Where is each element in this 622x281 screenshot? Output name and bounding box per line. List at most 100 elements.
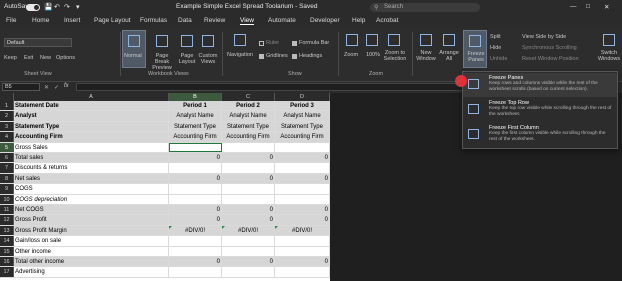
cell-D1[interactable]: Period 3 <box>275 101 330 111</box>
cell-D4[interactable]: Accounting Firm <box>275 132 330 142</box>
cell-A15[interactable]: Other income <box>14 246 169 256</box>
tab-view[interactable]: View <box>240 17 254 25</box>
row-header[interactable]: 7 <box>0 163 14 173</box>
cancel-icon[interactable]: ✕ <box>44 84 49 91</box>
undo-icon[interactable]: ↶ <box>54 3 60 11</box>
cell-B2[interactable]: Analyst Name <box>169 111 222 121</box>
cell-C6[interactable]: 0 <box>222 153 275 163</box>
view-side-by-side-button[interactable]: View Side by Side <box>522 34 566 40</box>
row-header[interactable]: 16 <box>0 257 14 267</box>
column-header-b[interactable]: B <box>169 93 222 101</box>
cell-A12[interactable]: Gross Profit <box>14 215 169 225</box>
cell-A13[interactable]: Gross Profit Margin <box>14 225 169 236</box>
new-view-button[interactable]: New <box>40 55 51 61</box>
enter-icon[interactable]: ✓ <box>54 84 59 91</box>
zoom-to-selection-button[interactable]: Zoom to Selection <box>381 50 409 62</box>
cell-B13[interactable]: #DIV/0! <box>169 225 222 236</box>
cell-B6[interactable]: 0 <box>169 153 222 163</box>
cell-D11[interactable]: 0 <box>275 205 330 215</box>
headings-checkbox[interactable] <box>292 54 297 59</box>
cell-B4[interactable]: Accounting Firm <box>169 132 222 142</box>
tab-review[interactable]: Review <box>204 17 225 24</box>
cell-C11[interactable]: 0 <box>222 205 275 215</box>
synchronous-scrolling-button[interactable]: Synchronous Scrolling <box>522 45 577 51</box>
cell-D3[interactable]: Statement Type <box>275 121 330 132</box>
custom-views-button[interactable]: Custom Views <box>197 30 217 68</box>
cell-D9[interactable] <box>275 184 330 194</box>
cell-C10[interactable] <box>222 194 275 204</box>
cell-D6[interactable]: 0 <box>275 153 330 163</box>
worksheet-grid[interactable]: 1 Statement Date Period 1 Period 2 Period 32… <box>0 101 330 281</box>
tab-home[interactable]: Home <box>32 17 49 24</box>
cell-A7[interactable]: Discounts & returns <box>14 163 169 173</box>
cell-C16[interactable]: 0 <box>222 257 275 267</box>
cell-A5[interactable]: Gross Sales <box>14 142 169 152</box>
cell-C1[interactable]: Period 2 <box>222 101 275 111</box>
save-icon[interactable]: 💾 <box>44 3 53 11</box>
cell-B12[interactable]: 0 <box>169 215 222 225</box>
select-all-corner[interactable] <box>0 93 14 101</box>
cell-C4[interactable]: Accounting Firm <box>222 132 275 142</box>
cell-B16[interactable]: 0 <box>169 257 222 267</box>
cell-D8[interactable]: 0 <box>275 173 330 184</box>
column-header-d[interactable]: D <box>275 93 330 101</box>
cell-B1[interactable]: Period 1 <box>169 101 222 111</box>
tab-insert[interactable]: Insert <box>64 17 80 24</box>
cell-A17[interactable]: Advertising <box>14 267 169 277</box>
sheet-view-dropdown[interactable]: Default <box>4 38 72 47</box>
row-header[interactable]: 2 <box>0 111 14 121</box>
cell-C17[interactable] <box>222 267 275 277</box>
cell-B10[interactable] <box>169 194 222 204</box>
row-header[interactable]: 17 <box>0 267 14 277</box>
cell-D5[interactable] <box>275 142 330 152</box>
cell-B15[interactable] <box>169 246 222 256</box>
cell-A11[interactable]: Net COGS <box>14 205 169 215</box>
split-button[interactable]: Split <box>490 34 501 40</box>
cell-D7[interactable] <box>275 163 330 173</box>
close-icon[interactable]: ✕ <box>604 3 609 11</box>
cell-A9[interactable]: COGS <box>14 184 169 194</box>
normal-view-button[interactable]: Normal <box>122 30 146 68</box>
cell-B17[interactable] <box>169 267 222 277</box>
freeze-panes-button[interactable]: Freeze Panes <box>463 30 487 68</box>
cell-A2[interactable]: Analyst <box>14 111 169 121</box>
fx-icon[interactable]: fx <box>64 83 69 89</box>
gridlines-checkbox[interactable] <box>259 54 264 59</box>
cell-B3[interactable]: Statement Type <box>169 121 222 132</box>
tab-data[interactable]: Data <box>178 17 192 24</box>
cell-A10[interactable]: COGS depreciation <box>14 194 169 204</box>
redo-icon[interactable]: ↷ <box>64 3 70 11</box>
cell-D13[interactable]: #DIV/0! <box>275 225 330 236</box>
cell-C5[interactable] <box>222 142 275 152</box>
new-window-button[interactable]: New Window <box>414 50 438 62</box>
row-header[interactable]: 3 <box>0 121 14 132</box>
tab-formulas[interactable]: Formulas <box>140 17 167 24</box>
formula-bar-checkbox[interactable] <box>292 41 297 46</box>
zoom-100-button[interactable]: 100% <box>366 52 380 58</box>
navigation-button[interactable]: Navigation <box>227 52 253 58</box>
maximize-icon[interactable]: □ <box>586 3 590 10</box>
arrange-all-button[interactable]: Arrange All <box>437 50 461 62</box>
keep-button[interactable]: Keep <box>4 55 17 61</box>
cell-D16[interactable]: 0 <box>275 257 330 267</box>
tab-acrobat[interactable]: Acrobat <box>376 17 398 24</box>
exit-button[interactable]: Exit <box>24 55 33 61</box>
menu-item-freeze-first-column[interactable]: Freeze First Column Keep the first colum… <box>463 123 617 147</box>
row-header[interactable]: 11 <box>0 205 14 215</box>
name-box[interactable]: B5 <box>2 83 40 91</box>
hide-button[interactable]: Hide <box>490 45 501 51</box>
cell-A3[interactable]: Statement Type <box>14 121 169 132</box>
cell-A14[interactable]: Gain/loss on sale <box>14 236 169 246</box>
minimize-icon[interactable]: — <box>570 3 577 10</box>
zoom-button[interactable]: Zoom <box>344 52 358 58</box>
cell-D12[interactable]: 0 <box>275 215 330 225</box>
search-box[interactable]: ⚲ Search <box>370 3 480 12</box>
autosave-toggle[interactable] <box>26 4 40 11</box>
cell-B5[interactable] <box>169 142 222 152</box>
cell-B7[interactable] <box>169 163 222 173</box>
cell-C3[interactable]: Statement Type <box>222 121 275 132</box>
menu-item-freeze-panes[interactable]: Freeze Panes Keep rows and columns visib… <box>463 73 617 97</box>
row-header[interactable]: 4 <box>0 132 14 142</box>
row-header[interactable]: 1 <box>0 101 14 111</box>
row-header[interactable]: 5 <box>0 142 14 152</box>
